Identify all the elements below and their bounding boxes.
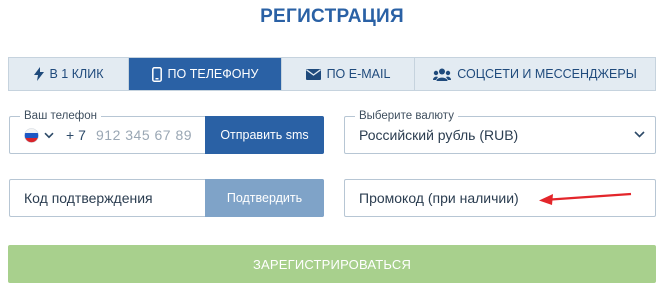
russia-flag-icon: [24, 127, 39, 143]
tab-phone[interactable]: ПО ТЕЛЕФОНУ: [129, 58, 282, 90]
tab-email[interactable]: ПО E-MAIL: [282, 58, 415, 90]
lightning-icon: [33, 67, 44, 81]
page-title: РЕГИСТРАЦИЯ: [260, 6, 404, 27]
tab-social[interactable]: СОЦСЕТИ И МЕССЕНДЖЕРЫ: [415, 58, 655, 90]
registration-tabs: В 1 КЛИК ПО ТЕЛЕФОНУ ПО E-MAIL СОЦСЕТИ И…: [8, 57, 656, 91]
tab-label: ПО ТЕЛЕФОНУ: [167, 67, 259, 81]
currency-value: Российский рубль (RUB): [359, 127, 519, 143]
phone-input[interactable]: 912 345 67 89: [96, 117, 192, 153]
phone-field: Ваш телефон + 7 912 345 67 89 Отправить …: [9, 109, 324, 154]
chevron-down-icon: [634, 131, 645, 138]
chevron-down-icon: [44, 132, 54, 139]
promo-code-input[interactable]: Промокод (при наличии): [359, 180, 519, 216]
tab-label: СОЦСЕТИ И МЕССЕНДЖЕРЫ: [457, 67, 637, 81]
promo-code-field: Промокод (при наличии): [344, 179, 656, 217]
tab-label: ПО E-MAIL: [326, 67, 391, 81]
users-icon: [433, 68, 452, 81]
tab-one-click[interactable]: В 1 КЛИК: [9, 58, 129, 90]
confirm-button[interactable]: Подтвердить: [205, 179, 324, 217]
confirmation-code-input[interactable]: Код подтверждения: [24, 180, 153, 216]
register-button[interactable]: ЗАРЕГИСТРИРОВАТЬСЯ: [8, 245, 656, 283]
red-arrow-annotation: [537, 191, 633, 205]
phone-icon: [151, 66, 162, 82]
confirmation-code-field: Код подтверждения Подтвердить: [9, 179, 324, 217]
country-code: + 7: [66, 127, 86, 143]
tab-label: В 1 КЛИК: [49, 67, 104, 81]
currency-select[interactable]: Выберите валюту Российский рубль (RUB): [344, 109, 656, 154]
country-selector[interactable]: [24, 117, 54, 153]
send-sms-button[interactable]: Отправить sms: [205, 116, 324, 154]
envelope-icon: [305, 68, 321, 80]
